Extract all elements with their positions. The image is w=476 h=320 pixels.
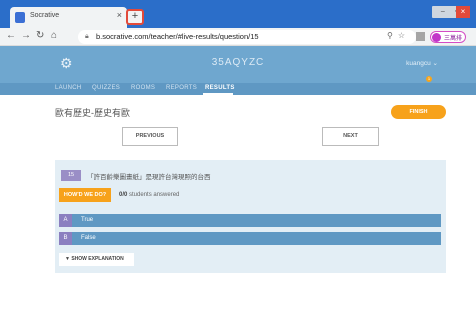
show-explanation-button[interactable]: ▼ SHOW EXPLANATION	[59, 253, 134, 266]
question-panel: 15 「許百齡樂圖畫紙」是現許台灣現照的台西 HOW'D WE DO? 0/0 …	[55, 160, 446, 273]
nav-quizzes[interactable]: QUIZZES	[92, 85, 120, 91]
nav-rooms[interactable]: ROOMS	[131, 85, 155, 91]
nav-launch[interactable]: LAUNCH	[55, 85, 81, 91]
window-close-button[interactable]: ×	[456, 6, 470, 18]
main-nav: LAUNCH QUIZZES ROOMS REPORTS RESULTS 中文 …	[0, 83, 476, 129]
answer-text: False	[81, 235, 96, 241]
quiz-title: 歐有歷史-歷史有歐	[55, 108, 130, 118]
reload-icon[interactable]: ↻	[36, 30, 44, 41]
app-header: ⚙ 35AQYZC kuangcu ⌄ LAUNCH QUIZZES ROOMS…	[0, 46, 476, 129]
answered-suffix: students answered	[129, 192, 180, 198]
screen: Socrative × + – ▫ × ← → ↻ ⌂ 🔒︎ b.socrati…	[0, 0, 476, 320]
question-number-badge: 15	[61, 170, 81, 181]
home-icon[interactable]: ⌂	[51, 30, 57, 41]
answered-count: 0/0 students answered	[119, 192, 179, 198]
avatar	[432, 33, 441, 42]
extension-icon[interactable]	[416, 32, 425, 41]
active-nav-indicator	[203, 93, 233, 95]
answer-row-b: B False	[59, 232, 441, 245]
tab-close-icon[interactable]: ×	[117, 10, 122, 20]
next-button[interactable]: NEXT	[322, 127, 379, 146]
tab-title: Socrative	[30, 12, 60, 19]
answered-fraction: 0/0	[119, 192, 128, 198]
url-text: b.socrative.com/teacher/#live-results/qu…	[96, 32, 259, 41]
search-star-icons[interactable]: ⚲☆	[387, 31, 410, 40]
profile-button[interactable]: 三萬排	[430, 31, 466, 43]
socrative-favicon-icon	[15, 12, 25, 23]
nav-reports[interactable]: REPORTS	[166, 85, 197, 91]
browser-toolbar: ← → ↻ ⌂ 🔒︎ b.socrative.com/teacher/#live…	[0, 28, 476, 46]
answer-letter: B	[59, 232, 72, 245]
address-bar[interactable]: 🔒︎ b.socrative.com/teacher/#live-results…	[78, 30, 416, 44]
finish-button[interactable]: FINISH	[391, 105, 446, 119]
notification-badge[interactable]: 1	[426, 76, 432, 82]
forward-arrow-icon[interactable]: →	[21, 30, 31, 41]
answer-text: True	[81, 217, 94, 223]
answer-row-a: A True	[59, 214, 441, 227]
profile-label: 三萬排	[444, 36, 463, 42]
back-arrow-icon[interactable]: ←	[6, 30, 16, 41]
lock-icon: 🔒︎	[85, 33, 89, 40]
how-did-we-do-button[interactable]: HOW'D WE DO?	[59, 188, 111, 202]
browser-tab-bar: Socrative × + – ▫ ×	[0, 0, 476, 28]
question-text: 「許百齡樂圖畫紙」是現許台灣現照的台西	[87, 174, 211, 181]
previous-button[interactable]: PREVIOUS	[122, 127, 178, 146]
answer-letter: A	[59, 214, 72, 227]
nav-results[interactable]: RESULTS	[205, 85, 235, 91]
new-tab-button[interactable]: +	[126, 9, 144, 25]
language-menu[interactable]: 中文 ⌄	[425, 120, 444, 129]
browser-tab[interactable]: Socrative ×	[10, 7, 127, 28]
room-name: 35AQYZC	[211, 57, 265, 68]
user-menu[interactable]: kuangcu ⌄	[406, 59, 438, 67]
